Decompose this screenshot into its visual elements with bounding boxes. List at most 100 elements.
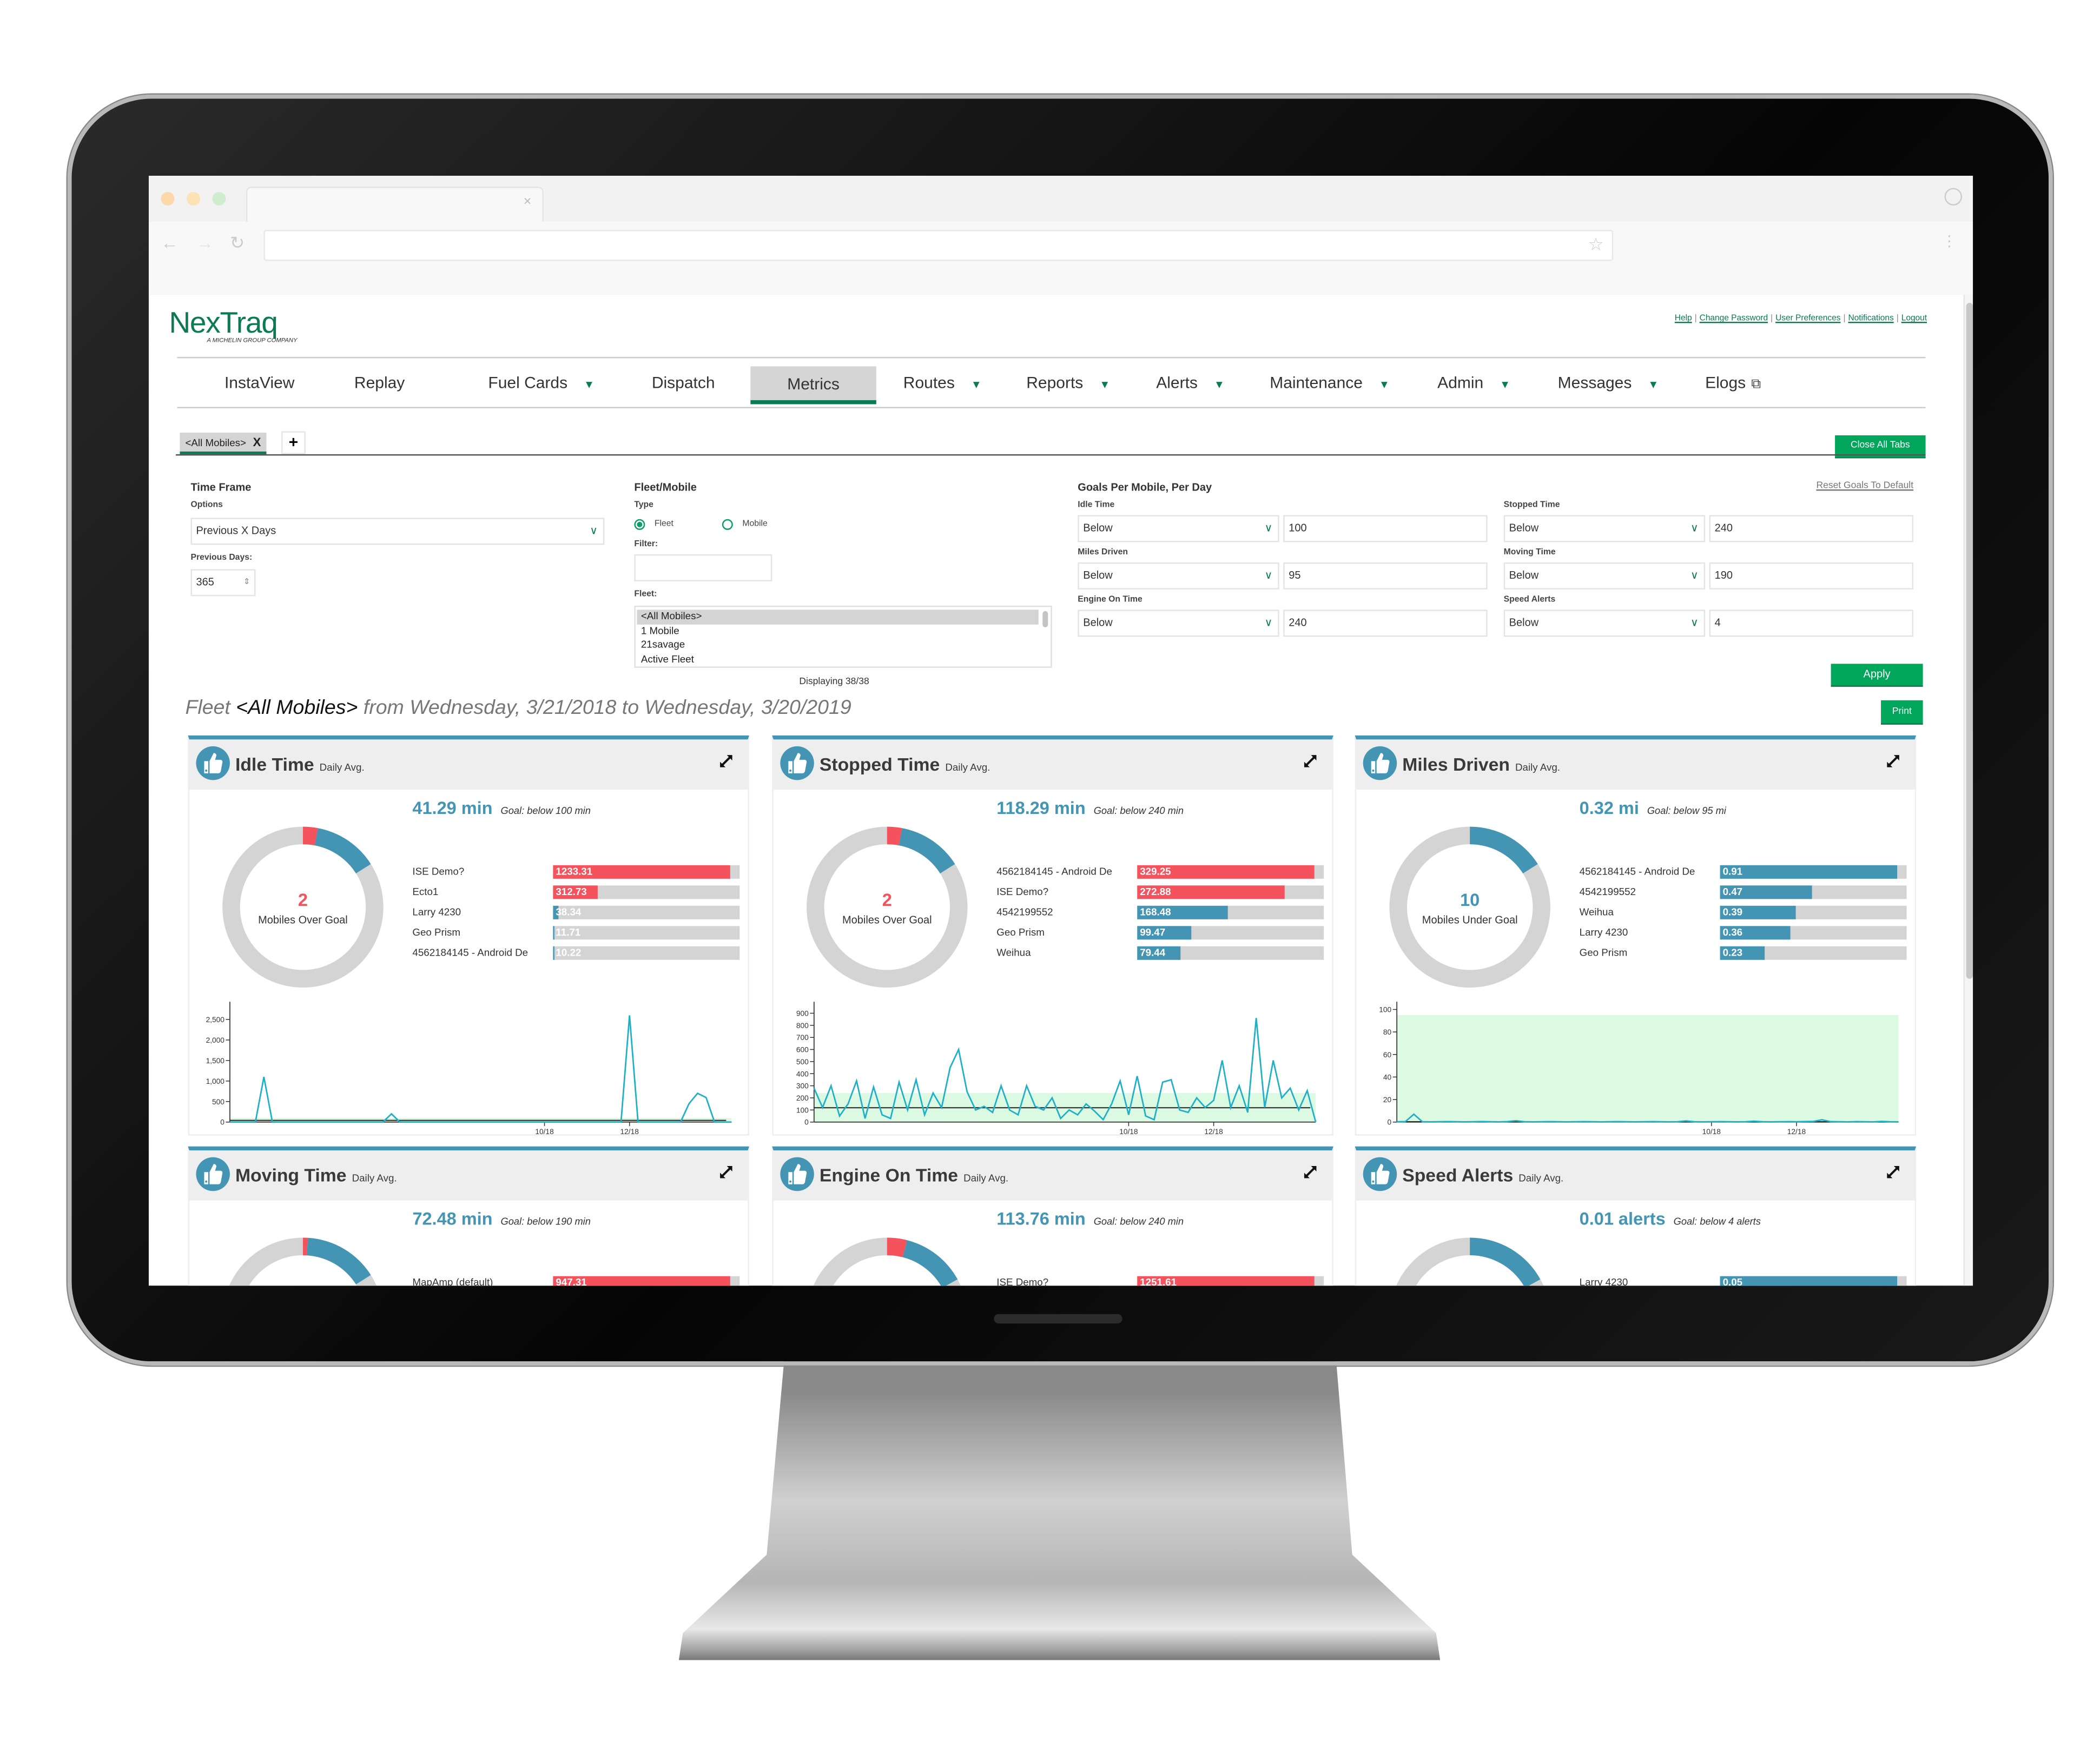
top-mobile-row[interactable]: 4542199552 168.48 [996,905,1324,919]
nav-dispatch[interactable]: Dispatch [652,358,715,407]
print-button[interactable]: Print [1881,700,1923,725]
nextraq-logo[interactable]: NexTraq A MICHELIN GROUP COMPANY [169,306,297,343]
heading-prefix: Fleet [185,696,230,719]
y-tick-label: 900 [796,1009,809,1017]
spinner-icon[interactable]: ⇕ [243,571,250,595]
thumbs-up-icon [196,1157,230,1191]
previous-days-input[interactable]: 365 ⇕ [190,569,256,597]
nav-reports[interactable]: Reports ▼ [1026,358,1110,407]
daily-average-value: 118.29 min [996,797,1086,818]
bar-fill [1720,865,1898,879]
top-mobile-row[interactable]: Weihua 0.39 [1580,905,1907,919]
menu-icon[interactable]: ⋮ [1942,233,1957,250]
nav-elogs[interactable]: Elogs ⧉ [1705,358,1761,407]
top-mobile-row[interactable]: 4562184145 - Android De 329.25 [996,865,1324,879]
tab-all-mobiles[interactable]: <All Mobiles> X [180,432,267,454]
engine-on-time-goal-input[interactable]: 240 [1283,610,1488,637]
mobile-count: 2 [298,889,308,910]
listbox-scrollbar[interactable] [1042,611,1048,627]
minimize-window-icon[interactable] [186,191,200,206]
top-mobile-row[interactable]: Ecto1 312.73 [412,885,740,899]
expand-icon[interactable] [1885,752,1901,768]
nav-replay[interactable]: Replay [354,358,405,407]
address-bar[interactable]: ☆ [263,229,1614,261]
expand-icon[interactable] [1302,752,1318,768]
nav-admin[interactable]: Admin ▼ [1437,358,1510,407]
help-link[interactable]: Help [1675,314,1692,323]
top-mobile-row[interactable]: MapAmp (default) 947.31 [412,1276,740,1286]
idle-time-operator-select[interactable]: Below ∨ [1078,515,1279,542]
mobile-radio[interactable] [722,519,733,530]
close-window-icon[interactable] [161,191,175,206]
browser-tab[interactable]: × [246,186,544,222]
top-mobile-row[interactable]: 4562184145 - Android De 10.22 [412,946,740,960]
speed-alerts-operator-select[interactable]: Below ∨ [1503,610,1706,637]
nav-instaview[interactable]: InstaView [224,358,295,407]
nav-fuel-cards[interactable]: Fuel Cards ▼ [488,358,594,407]
top-mobile-row[interactable]: ISE Demo? 1251.61 [996,1276,1324,1286]
top-mobile-row[interactable]: Larry 4230 0.36 [1580,926,1907,940]
miles-driven-operator-select[interactable]: Below ∨ [1078,562,1279,589]
forward-icon[interactable]: → [196,233,213,253]
bar-value: 10.22 [556,946,582,959]
y-tick-label: 0 [1388,1118,1392,1127]
fleet-radio[interactable] [634,519,645,530]
reload-icon[interactable]: ↻ [230,233,245,254]
moving-time-goal-input[interactable]: 190 [1709,562,1914,589]
fleet-option[interactable]: 1 Mobile [637,624,1038,638]
speed-alerts-goal-input[interactable]: 4 [1709,610,1914,637]
top-mobile-row[interactable]: ISE Demo? 272.88 [996,885,1324,899]
timeframe-select[interactable]: Previous X Days ∨ [190,518,605,545]
nav-maintenance[interactable]: Maintenance ▼ [1270,358,1390,407]
miles-driven-goal-input[interactable]: 95 [1283,562,1488,589]
top-mobile-row[interactable]: Weihua 79.44 [996,946,1324,960]
top-mobile-row[interactable]: Geo Prism 0.23 [1580,946,1907,960]
nav-label: Dispatch [651,373,715,392]
moving-time-operator-select[interactable]: Below ∨ [1503,562,1706,589]
stopped-time-operator-select[interactable]: Below ∨ [1503,515,1706,542]
filter-input[interactable] [634,554,772,581]
idle-time-goal-input[interactable]: 100 [1283,515,1488,542]
profile-icon[interactable] [1944,188,1963,206]
top-mobile-row[interactable]: 4542199552 0.47 [1580,885,1907,899]
change-password-link[interactable]: Change Password [1700,314,1768,323]
engine-on-time-operator-select[interactable]: Below ∨ [1078,610,1279,637]
nav-routes[interactable]: Routes ▼ [903,358,982,407]
nav-alerts[interactable]: Alerts ▼ [1156,358,1225,407]
expand-icon[interactable] [1885,1163,1901,1179]
scrollbar-thumb[interactable] [1966,302,1973,979]
top-mobile-row[interactable]: Geo Prism 11.71 [412,926,740,940]
top-mobile-row[interactable]: Geo Prism 99.47 [996,926,1324,940]
top-mobile-row[interactable]: 4562184145 - Android De 0.91 [1580,865,1907,879]
apply-button[interactable]: Apply [1831,664,1923,687]
expand-icon[interactable] [1302,1163,1318,1179]
mobile-radio-label: Mobile [742,519,768,529]
fleet-option[interactable]: <All Mobiles> [637,610,1039,624]
x-tick-label: 10/18 [1119,1128,1138,1135]
nav-messages[interactable]: Messages ▼ [1558,358,1659,407]
fleet-option[interactable]: 21savage [637,638,1038,652]
fleet-mobile-title: Fleet/Mobile [634,481,697,494]
notifications-link[interactable]: Notifications [1848,314,1893,323]
maximize-window-icon[interactable] [212,191,226,206]
fleet-listbox[interactable]: <All Mobiles> 1 Mobile 21savage Active F… [634,605,1052,668]
x-tick-label: 10/18 [535,1128,554,1135]
stopped-time-goal-input[interactable]: 240 [1709,515,1914,542]
add-tab-button[interactable]: + [281,431,306,454]
top-mobile-row[interactable]: Larry 4230 38.34 [412,905,740,919]
top-mobile-row[interactable]: ISE Demo? 1233.31 [412,865,740,879]
logout-link[interactable]: Logout [1901,314,1927,323]
tab-close-icon[interactable]: X [253,435,261,449]
user-preferences-link[interactable]: User Preferences [1775,314,1840,323]
page-scrollbar[interactable] [1963,294,1973,1286]
reset-goals-link[interactable]: Reset Goals To Default [1816,481,1913,491]
expand-icon[interactable] [718,752,734,768]
expand-icon[interactable] [718,1163,734,1179]
nav-metrics[interactable]: Metrics [750,366,876,405]
star-icon[interactable]: ☆ [1588,234,1604,255]
nav-label: InstaView [224,373,295,392]
back-icon[interactable]: ← [161,233,178,253]
top-mobile-row[interactable]: Larry 4230 0.05 [1580,1276,1907,1286]
fleet-option[interactable]: Active Fleet [637,652,1038,666]
tab-close-icon[interactable]: × [524,195,532,209]
